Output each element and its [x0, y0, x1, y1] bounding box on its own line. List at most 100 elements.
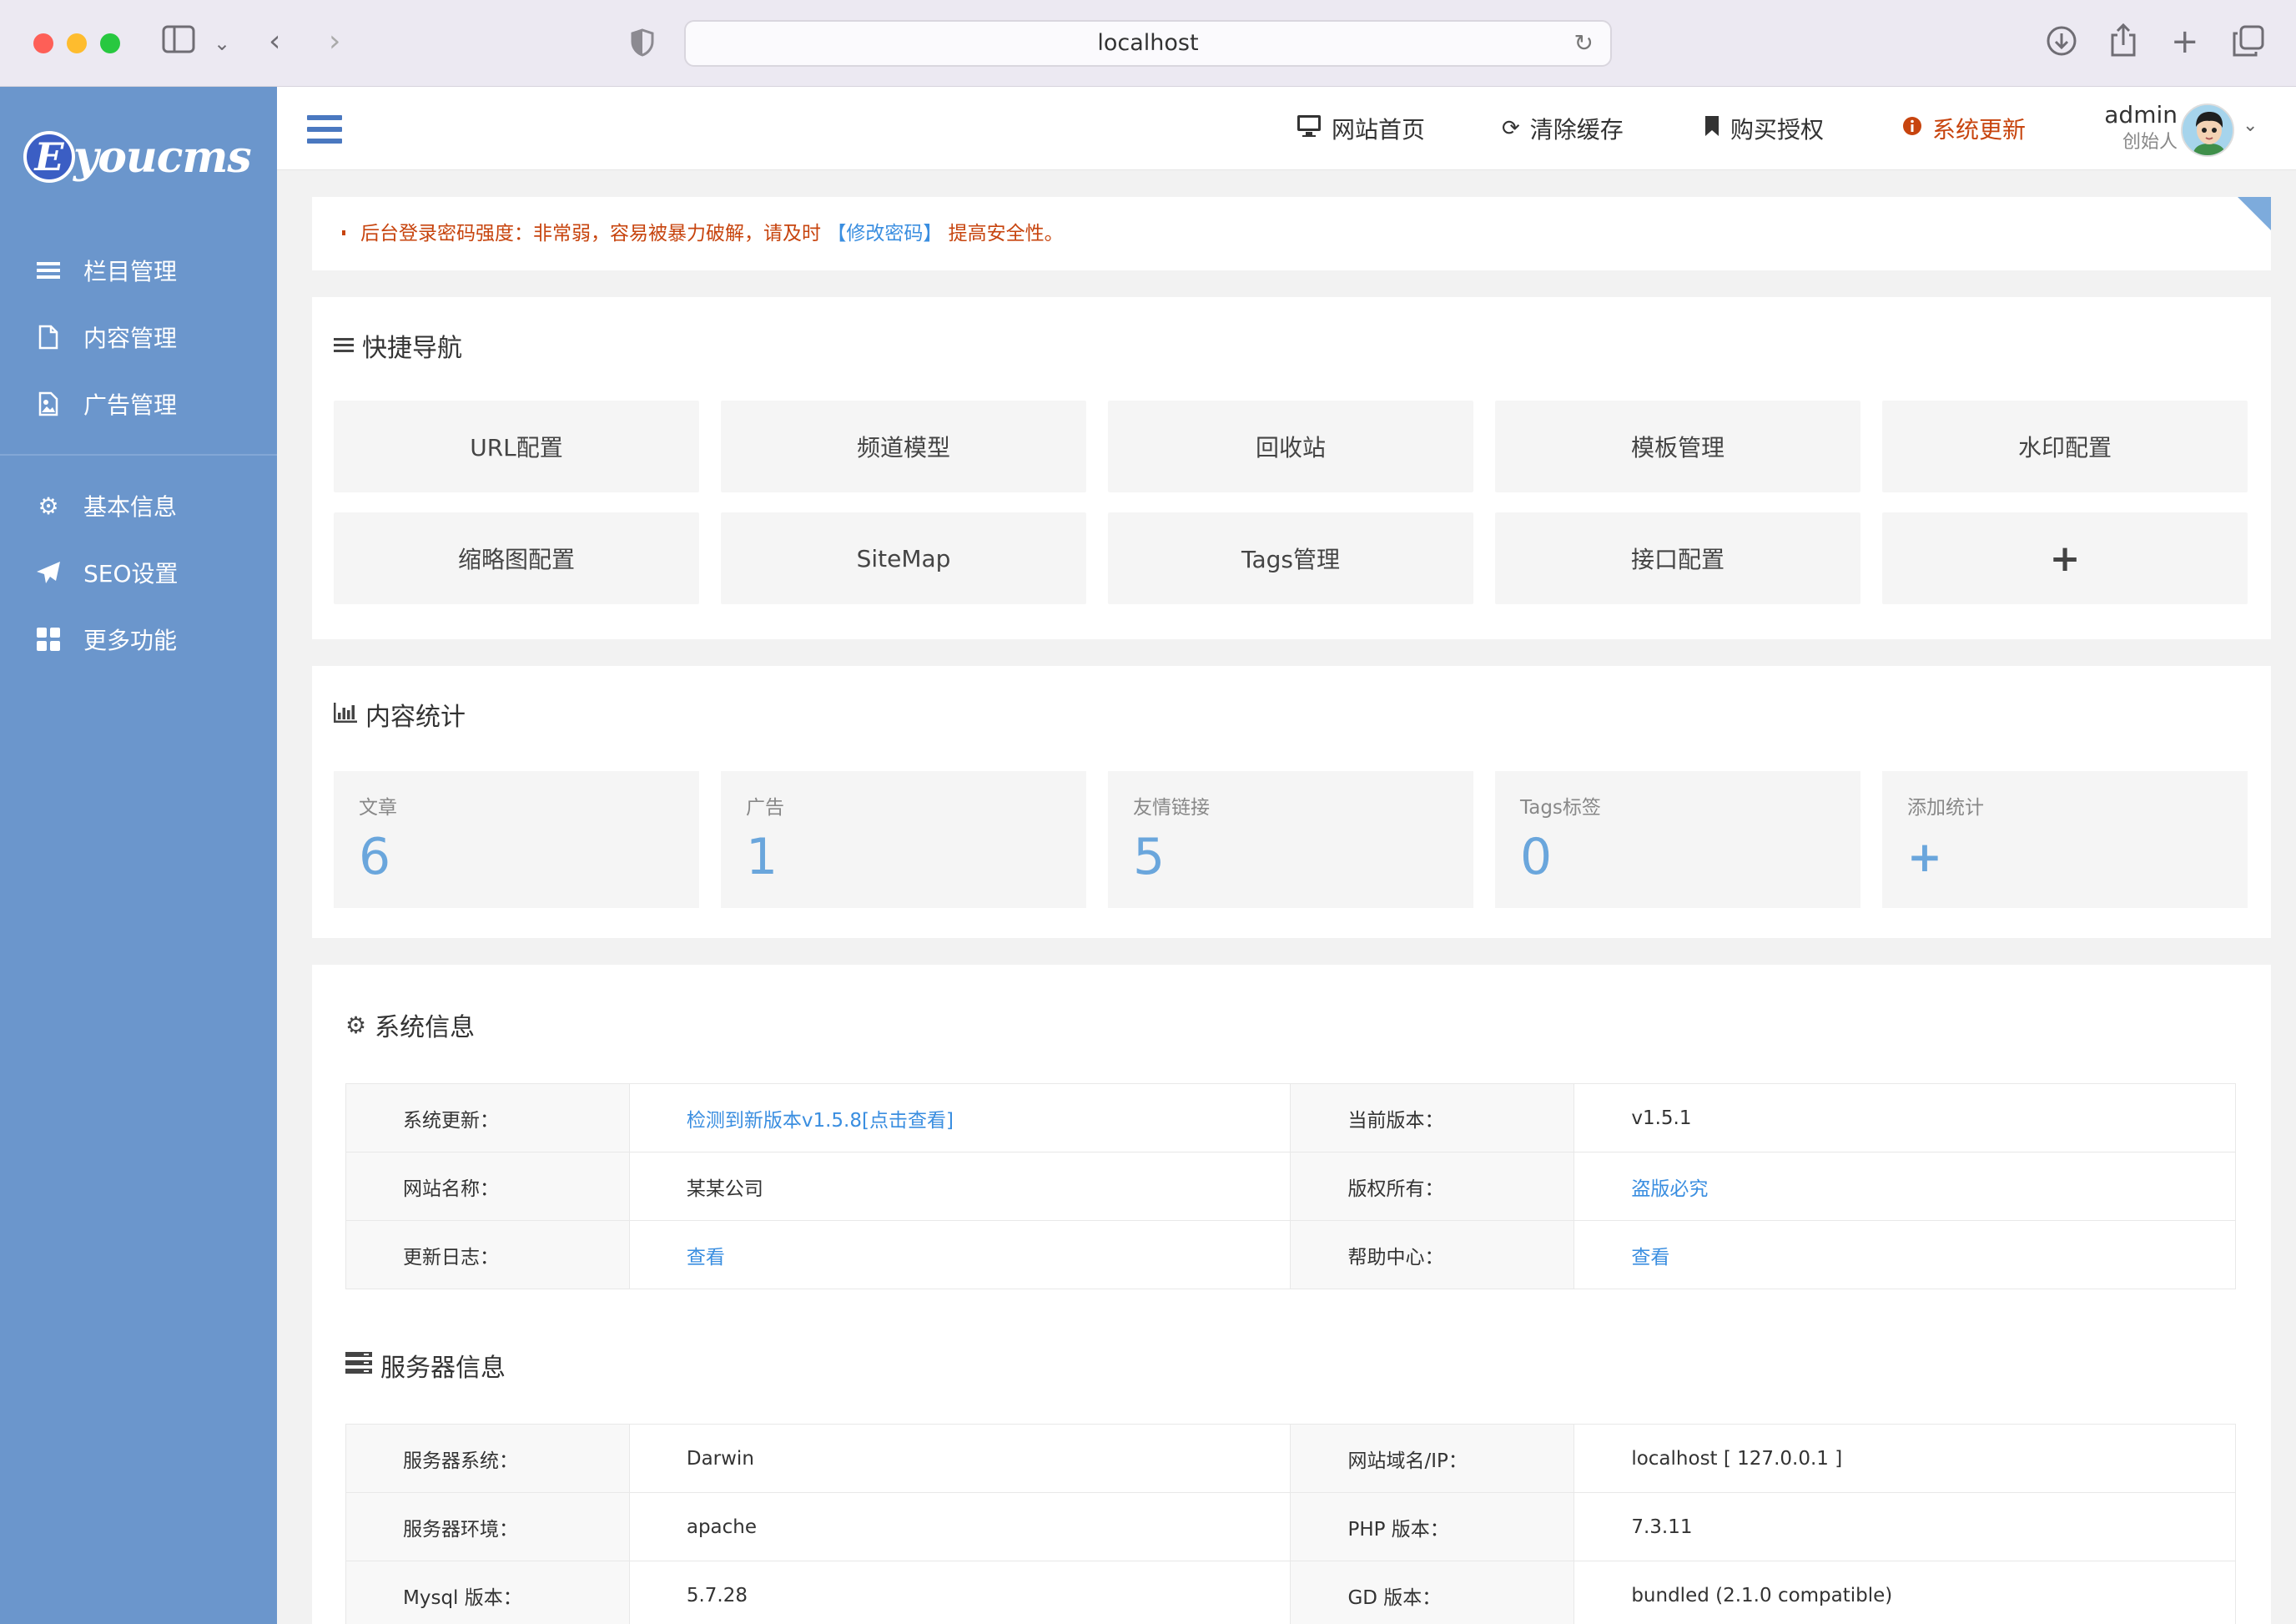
system-info-panel: ⚙ 系统信息 系统更新： 检测到新版本v1.5.8[点击查看] 当前版本： v1… [312, 965, 2271, 1624]
quick-nav-item[interactable]: 水印配置 [1882, 401, 2248, 492]
bullet [342, 230, 345, 235]
sidebar-item-ads[interactable]: 广告管理 [0, 371, 277, 437]
list-icon [334, 332, 354, 360]
table-cell-value: 5.7.28 [628, 1561, 1292, 1624]
nav-group-settings: ⚙ 基本信息 SEO设置 更多功能 [0, 472, 277, 673]
change-password-link[interactable]: 【修改密码】 [827, 223, 942, 245]
table-cell-key: PHP 版本： [1290, 1492, 1575, 1561]
quick-nav-item[interactable]: 模板管理 [1495, 401, 1860, 492]
close-window-button[interactable] [33, 33, 53, 53]
info-icon [1902, 116, 1922, 142]
address-bar[interactable]: localhost ↻ [684, 20, 1612, 67]
stat-value: 5 [1133, 828, 1166, 886]
stat-card-tags[interactable]: Tags标签 0 [1495, 771, 1860, 908]
quick-nav-item[interactable]: SiteMap [721, 512, 1086, 604]
menu-toggle-icon[interactable] [307, 115, 342, 144]
stat-card-ads[interactable]: 广告 1 [721, 771, 1086, 908]
site-home-link[interactable]: 网站首页 [1297, 107, 1425, 150]
table-cell-value: 7.3.11 [1573, 1492, 2236, 1561]
quick-nav-item[interactable]: 接口配置 [1495, 512, 1860, 604]
table-cell-key: 系统更新： [345, 1083, 630, 1152]
user-info[interactable]: admin 创始人 [2077, 100, 2178, 155]
help-center-link[interactable]: 查看 [1631, 1247, 1669, 1268]
table-cell-key: 服务器环境： [345, 1492, 630, 1561]
quick-nav-item[interactable]: URL配置 [334, 401, 699, 492]
content-stats-title: 内容统计 [334, 696, 466, 733]
stat-value: 1 [746, 828, 778, 886]
new-version-link[interactable]: 检测到新版本v1.5.8[点击查看] [687, 1110, 954, 1132]
stat-card-articles[interactable]: 文章 6 [334, 771, 699, 908]
corner-marker [2238, 197, 2271, 230]
server-info-table: 服务器系统： Darwin 网站域名/IP： localhost [ 127.0… [345, 1424, 2236, 1624]
stat-card-links[interactable]: 友情链接 5 [1108, 771, 1473, 908]
sidebar-item-seo[interactable]: SEO设置 [0, 539, 277, 606]
table-cell-value: 查看 [1573, 1220, 2236, 1289]
paper-plane-icon [35, 559, 62, 586]
list-icon [35, 257, 62, 284]
changelog-link[interactable]: 查看 [687, 1247, 725, 1268]
logo[interactable]: E youcms [23, 124, 252, 190]
clear-cache-link[interactable]: ⟳ 清除缓存 [1502, 107, 1624, 150]
sidebar-item-label: 内容管理 [83, 325, 178, 352]
table-cell-value: Darwin [628, 1424, 1292, 1493]
url-text: localhost [1097, 30, 1199, 56]
sidebar-item-basic-info[interactable]: ⚙ 基本信息 [0, 472, 277, 539]
table-cell-key: 帮助中心： [1290, 1220, 1575, 1289]
system-update-link[interactable]: 系统更新 [1902, 107, 2026, 150]
sidebar-item-more[interactable]: 更多功能 [0, 606, 277, 673]
table-row: 服务器环境： apache PHP 版本： 7.3.11 [345, 1492, 2236, 1561]
bookmark-icon [1704, 115, 1720, 143]
stat-label: 添加统计 [1907, 797, 1984, 819]
forward-icon[interactable]: › [329, 25, 340, 58]
table-cell-value: bundled (2.1.0 compatible) [1573, 1561, 2236, 1624]
quick-nav-item[interactable]: 频道模型 [721, 401, 1086, 492]
gear-icon: ⚙ [345, 1011, 367, 1039]
sidebar-item-content[interactable]: 内容管理 [0, 304, 277, 371]
sidebar-item-label: 广告管理 [83, 391, 178, 419]
browser-toolbar: ⌄ ‹ › localhost ↻ + [0, 0, 2296, 87]
quick-nav-item[interactable]: 回收站 [1108, 401, 1473, 492]
download-icon[interactable] [2046, 25, 2077, 64]
table-cell-value: apache [628, 1492, 1292, 1561]
table-cell-key: 更新日志： [345, 1220, 630, 1289]
top-header: 网站首页 ⟳ 清除缓存 购买授权 系统更新 admin 创始人 ⌄ [277, 87, 2296, 170]
avatar[interactable] [2181, 103, 2234, 157]
table-cell-value: 查看 [628, 1220, 1292, 1289]
quick-nav-item[interactable]: 缩略图配置 [334, 512, 699, 604]
minimize-window-button[interactable] [67, 33, 87, 53]
image-icon [35, 391, 62, 417]
chevron-down-icon[interactable]: ⌄ [214, 27, 230, 60]
table-row: 系统更新： 检测到新版本v1.5.8[点击查看] 当前版本： v1.5.1 [345, 1083, 2236, 1152]
table-row: 更新日志： 查看 帮助中心： 查看 [345, 1220, 2236, 1289]
table-cell-key: 网站域名/IP： [1290, 1424, 1575, 1493]
new-tab-icon[interactable]: + [2171, 25, 2199, 58]
server-icon [345, 1351, 372, 1379]
add-stat-card[interactable]: 添加统计 + [1882, 771, 2248, 908]
grid-icon [35, 626, 62, 653]
share-icon[interactable] [2109, 23, 2137, 64]
back-icon[interactable]: ‹ [269, 25, 280, 58]
quick-nav-title: 快捷导航 [334, 327, 462, 364]
quick-nav-panel: 快捷导航 URL配置 频道模型 回收站 模板管理 水印配置 缩略图配置 Site… [312, 297, 2271, 639]
sidebar-item-columns[interactable]: 栏目管理 [0, 237, 277, 304]
tabs-overview-icon[interactable] [2233, 25, 2264, 64]
bar-chart-icon [334, 701, 357, 729]
sidebar-toggle-icon[interactable] [162, 25, 195, 61]
server-info-title: 服务器信息 [345, 1347, 506, 1384]
table-row: 网站名称： 某某公司 版权所有： 盗版必究 [345, 1152, 2236, 1221]
quick-nav-item[interactable]: Tags管理 [1108, 512, 1473, 604]
buy-license-link[interactable]: 购买授权 [1704, 107, 1824, 150]
user-name: admin [2104, 101, 2178, 129]
table-cell-value: 检测到新版本v1.5.8[点击查看] [628, 1083, 1292, 1152]
nav-group-content: 栏目管理 内容管理 广告管理 [0, 237, 277, 437]
chevron-down-icon[interactable]: ⌄ [2243, 115, 2258, 136]
shield-icon[interactable] [631, 28, 654, 64]
reload-icon[interactable]: ↻ [1574, 22, 1594, 65]
maximize-window-button[interactable] [100, 33, 120, 53]
logo-mark: E [23, 131, 75, 183]
stat-value: 6 [359, 828, 391, 886]
add-quick-nav-button[interactable]: + [1882, 512, 2248, 604]
table-cell-value: v1.5.1 [1573, 1083, 2236, 1152]
copyright-link[interactable]: 盗版必究 [1631, 1178, 1708, 1200]
table-row: Mysql 版本： 5.7.28 GD 版本： bundled (2.1.0 c… [345, 1561, 2236, 1624]
